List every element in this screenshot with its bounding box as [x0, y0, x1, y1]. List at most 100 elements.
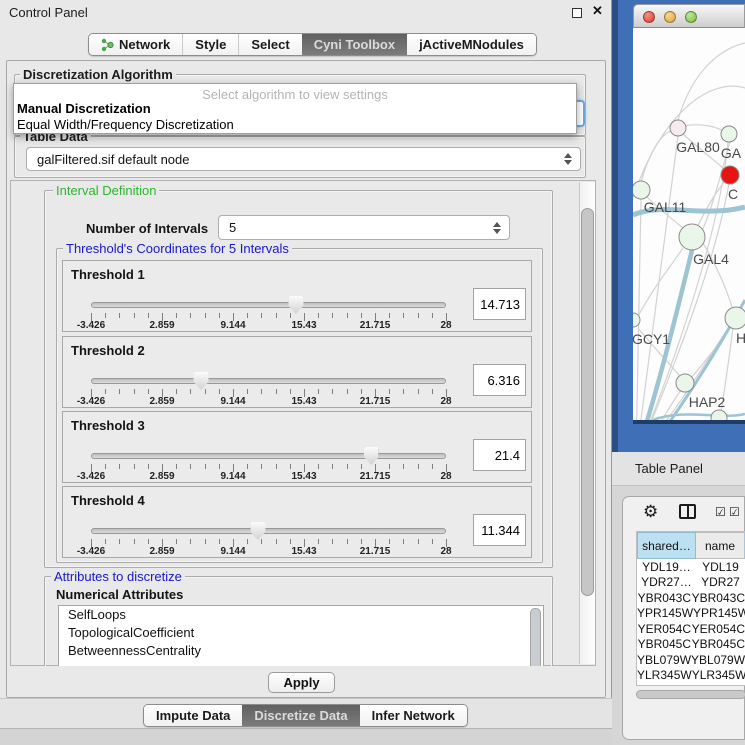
tab-select[interactable]: Select	[238, 34, 301, 55]
slider-thumb[interactable]	[288, 296, 303, 314]
table-row[interactable]: YBR043CYBR043C	[637, 590, 745, 606]
network-node[interactable]	[721, 126, 737, 142]
table-data-combo[interactable]: galFiltered.sif default node	[26, 147, 581, 171]
slider-scale-value: 2.859	[149, 320, 174, 331]
column-header-name[interactable]: name	[696, 532, 745, 559]
float-window-icon[interactable]	[572, 8, 582, 18]
zoom-traffic-light[interactable]	[685, 11, 697, 23]
popup-option-equal-width[interactable]: Equal Width/Frequency Discretization	[14, 117, 576, 133]
screen: Control Panel ✕ Network Style Select	[0, 0, 745, 745]
combo-arrows-icon	[493, 222, 501, 234]
slider-thumb[interactable]	[194, 372, 209, 390]
slider-scale-value: 9.144	[220, 471, 245, 482]
threshold-value-field[interactable]: 6.316	[473, 364, 526, 396]
network-node-label: GCY1	[633, 331, 670, 347]
columns-icon[interactable]	[679, 504, 696, 519]
table-row[interactable]: YPR145WYPR145W	[637, 606, 745, 622]
network-node[interactable]	[633, 181, 650, 199]
table-panel-window: ⚙ ☑ ☑ shared… name YDL19…YDL19 YDR27…YDR…	[622, 496, 745, 740]
tab-impute-data[interactable]: Impute Data	[144, 705, 242, 726]
list-item[interactable]: TopologicalCoefficient	[59, 624, 543, 642]
tab-infer-network-label: Infer Network	[372, 708, 455, 723]
table-row[interactable]: YLR345WYLR345W	[637, 668, 745, 684]
right-pane: GAL80GACGAL11GAL4GCY1HHAP2 Table Panel ⚙…	[612, 0, 745, 745]
network-node-label: GAL11	[644, 199, 687, 215]
slider-scale-value: 15.43	[291, 320, 316, 331]
bottom-tab-bar: Impute Data Discretize Data Infer Networ…	[143, 704, 468, 727]
network-node[interactable]	[679, 224, 705, 250]
horizontal-scrollbar-thumb[interactable]	[636, 690, 745, 699]
slider-track[interactable]	[91, 528, 446, 534]
attributes-group-title: Attributes to discretize	[51, 570, 185, 583]
tab-discretize-data[interactable]: Discretize Data	[242, 705, 359, 726]
tab-style[interactable]: Style	[182, 34, 238, 55]
close-traffic-light[interactable]	[643, 11, 655, 23]
slider-scale-labels: -3.4262.8599.14415.4321.71528	[91, 320, 446, 331]
table-row[interactable]: YER054CYER054C	[637, 621, 745, 637]
table-row[interactable]: YBR045CYBR045C	[637, 637, 745, 653]
apply-button[interactable]: Apply	[268, 672, 335, 693]
network-node[interactable]	[676, 374, 694, 392]
network-node-label: HAP2	[689, 394, 726, 410]
slider-track[interactable]	[91, 302, 446, 308]
network-node[interactable]	[721, 166, 739, 184]
tab-select-label: Select	[251, 37, 289, 52]
slider-scale-value: -3.426	[77, 471, 105, 482]
column-header-shared-name[interactable]: shared…	[637, 532, 696, 559]
tab-discretize-data-label: Discretize Data	[254, 708, 347, 723]
slider-thumb[interactable]	[364, 447, 379, 465]
list-item[interactable]: BetweennessCentrality	[59, 642, 543, 660]
slider-scale-labels: -3.4262.8599.14415.4321.71528	[91, 546, 446, 557]
network-node-label: GAL80	[676, 139, 720, 155]
vertical-scrollbar[interactable]	[579, 182, 595, 664]
threshold-value-field[interactable]: 21.4	[473, 439, 526, 471]
table-toolbar: ⚙ ☑ ☑	[623, 497, 744, 527]
table-row[interactable]: YBL079WYBL079W	[637, 652, 745, 668]
minimize-traffic-light[interactable]	[664, 11, 676, 23]
checkbox-icon[interactable]: ☑	[715, 505, 726, 519]
table-data-combo-value: galFiltered.sif default node	[37, 152, 189, 167]
table-panel-title: Table Panel	[635, 461, 703, 476]
tab-impute-data-label: Impute Data	[156, 708, 230, 723]
network-node[interactable]	[670, 120, 686, 136]
slider-scale-value: 28	[440, 471, 451, 482]
table-row[interactable]: YDL19…YDL19	[637, 559, 745, 575]
slider-scale-value: 21.715	[360, 320, 391, 331]
threshold-value-field[interactable]: 14.713	[473, 288, 526, 320]
close-icon[interactable]: ✕	[592, 3, 603, 19]
threshold-value-field[interactable]: 11.344	[473, 514, 526, 546]
list-item[interactable]: SelfLoops	[59, 606, 543, 624]
number-of-intervals-label: Number of Intervals	[86, 221, 208, 236]
tab-network[interactable]: Network	[89, 34, 182, 55]
network-view-canvas[interactable]: GAL80GACGAL11GAL4GCY1HHAP2	[633, 28, 745, 420]
threshold-row: Threshold 2 -3.4262.8599.14415.4321.7152…	[62, 336, 532, 408]
slider-track[interactable]	[91, 453, 446, 459]
list-scrollbar-thumb[interactable]	[530, 608, 541, 667]
scrollbar-thumb[interactable]	[581, 208, 594, 596]
slider-track[interactable]	[91, 378, 446, 384]
network-node[interactable]	[725, 307, 745, 329]
slider-scale-value: 15.43	[291, 546, 316, 557]
table-row[interactable]: YDR27…YDR27	[637, 575, 745, 591]
slider-scale-value: 28	[440, 546, 451, 557]
tab-cyni-toolbox[interactable]: Cyni Toolbox	[302, 34, 407, 55]
network-node[interactable]	[711, 410, 727, 420]
window-bottom-strip	[0, 728, 612, 745]
popup-option-manual[interactable]: Manual Discretization	[14, 101, 576, 117]
gear-icon[interactable]: ⚙	[643, 502, 658, 522]
combo-arrows-icon	[564, 153, 572, 165]
threshold-label: Threshold 1	[71, 267, 145, 282]
tab-infer-network[interactable]: Infer Network	[360, 705, 467, 726]
network-node-label: H	[736, 330, 745, 346]
number-of-intervals-combo[interactable]: 5	[218, 215, 510, 240]
checkbox-icon[interactable]: ☑	[729, 505, 740, 519]
network-window-titlebar[interactable]	[633, 4, 745, 28]
network-window-edge	[633, 420, 745, 424]
slider-scale-value: 28	[440, 320, 451, 331]
tab-style-label: Style	[195, 37, 226, 52]
window-title: Control Panel	[9, 5, 88, 20]
slider-thumb[interactable]	[250, 522, 265, 540]
tab-jactivemnodules[interactable]: jActiveMNodules	[407, 34, 536, 55]
table-row[interactable]: YIL052CYIL052C	[637, 683, 745, 686]
network-node-label: GA	[721, 145, 742, 161]
